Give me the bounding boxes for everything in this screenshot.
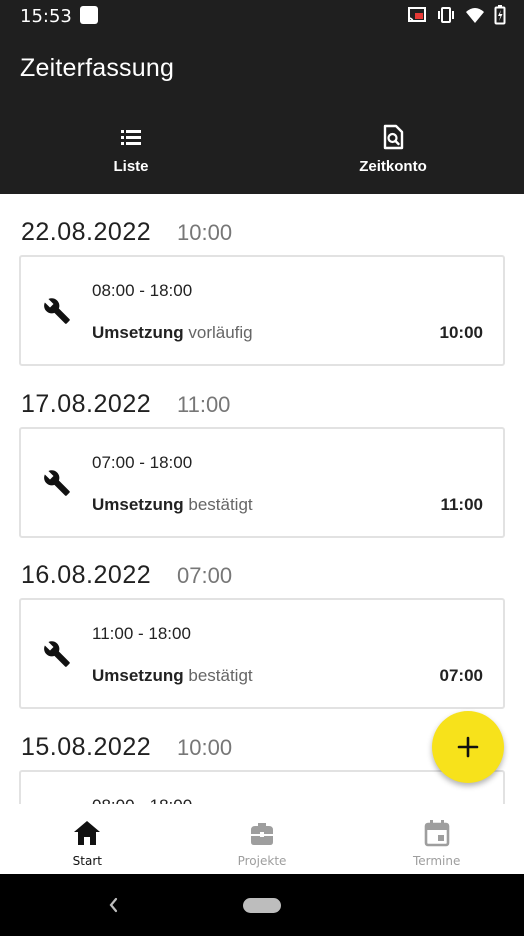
app-bar: Zeiterfassung Liste Zeitkonto — [0, 34, 524, 194]
battery-charging-icon — [494, 5, 506, 25]
day-total: 10:00 — [177, 220, 233, 245]
day-date: 22.08.2022 — [21, 218, 152, 246]
day-date: 17.08.2022 — [21, 390, 152, 418]
entry-status: vorläufig — [188, 323, 253, 342]
day-header: 16.08.2022 07:00 — [0, 537, 524, 597]
entry-status: bestätigt — [188, 495, 253, 514]
nav-termine[interactable]: Termine — [349, 804, 524, 874]
day-total: 11:00 — [177, 392, 231, 417]
nav-start-label: Start — [72, 854, 102, 868]
day-group: 17.08.2022 11:00 07:00 - 18:00 Umsetzung… — [0, 366, 524, 538]
entry-time-range: 08:00 - 18:00 — [92, 796, 192, 804]
list-icon — [121, 130, 141, 145]
entry-description: Umsetzung bestätigt — [92, 666, 253, 686]
plus-icon — [457, 736, 479, 758]
entry-time-range: 08:00 - 18:00 — [92, 281, 193, 300]
tab-liste-label: Liste — [113, 158, 149, 175]
home-pill[interactable] — [243, 898, 281, 913]
add-entry-button[interactable] — [432, 711, 504, 783]
bottom-navigation: Start Projekte Termine — [0, 804, 524, 874]
page-title: Zeiterfassung — [20, 54, 175, 82]
entry-duration: 07:00 — [439, 666, 483, 685]
tab-liste[interactable]: Liste — [0, 118, 262, 194]
wrench-icon — [44, 641, 70, 667]
back-icon[interactable] — [104, 894, 122, 916]
cast-icon — [408, 7, 426, 23]
calendar-icon — [424, 820, 449, 847]
system-navigation-bar — [0, 874, 524, 936]
day-group: 22.08.2022 10:00 08:00 - 18:00 Umsetzung… — [0, 194, 524, 366]
time-entry-card[interactable]: 07:00 - 18:00 Umsetzung bestätigt 11:00 — [19, 427, 505, 538]
day-date: 16.08.2022 — [21, 561, 152, 589]
wrench-icon — [44, 298, 70, 324]
home-icon — [74, 821, 101, 845]
nav-projekte-label: Projekte — [237, 854, 287, 868]
tab-zeitkonto-label: Zeitkonto — [359, 158, 427, 175]
status-time: 15:53 — [20, 6, 72, 27]
day-total: 07:00 — [177, 563, 233, 588]
entry-time-range: 11:00 - 18:00 — [92, 624, 191, 643]
document-search-icon — [383, 124, 404, 150]
briefcase-icon — [251, 823, 273, 845]
entry-description: Umsetzung vorläufig — [92, 323, 253, 343]
time-entry-list[interactable]: 22.08.2022 10:00 08:00 - 18:00 Umsetzung… — [0, 194, 524, 804]
day-header: 17.08.2022 11:00 — [0, 366, 524, 426]
entry-duration: 11:00 — [440, 495, 483, 514]
day-header: 22.08.2022 10:00 — [0, 194, 524, 254]
day-group: 16.08.2022 07:00 11:00 - 18:00 Umsetzung… — [0, 537, 524, 709]
status-bar: 15:53 — [0, 0, 524, 34]
top-tabs: Liste Zeitkonto — [0, 118, 524, 194]
day-total: 10:00 — [177, 735, 233, 760]
time-entry-card[interactable]: 08:00 - 18:00 Umsetzung — [19, 770, 505, 804]
entry-status: bestätigt — [188, 666, 253, 685]
entry-type: Umsetzung — [92, 666, 184, 685]
entry-time-range: 07:00 - 18:00 — [92, 453, 193, 472]
entry-duration: 10:00 — [439, 323, 483, 342]
nav-projekte[interactable]: Projekte — [175, 804, 350, 874]
entry-type: Umsetzung — [92, 323, 184, 342]
tab-zeitkonto[interactable]: Zeitkonto — [262, 118, 524, 194]
entry-description: Umsetzung bestätigt — [92, 495, 253, 515]
notification-square-icon — [80, 6, 98, 24]
wrench-icon — [44, 470, 70, 496]
entry-type: Umsetzung — [92, 495, 184, 514]
time-entry-card[interactable]: 08:00 - 18:00 Umsetzung vorläufig 10:00 — [19, 255, 505, 366]
nav-termine-label: Termine — [412, 854, 461, 868]
vibrate-icon — [438, 7, 454, 23]
day-date: 15.08.2022 — [21, 733, 152, 761]
nav-start[interactable]: Start — [0, 804, 175, 874]
time-entry-card[interactable]: 11:00 - 18:00 Umsetzung bestätigt 07:00 — [19, 598, 505, 709]
wifi-icon — [466, 8, 484, 23]
